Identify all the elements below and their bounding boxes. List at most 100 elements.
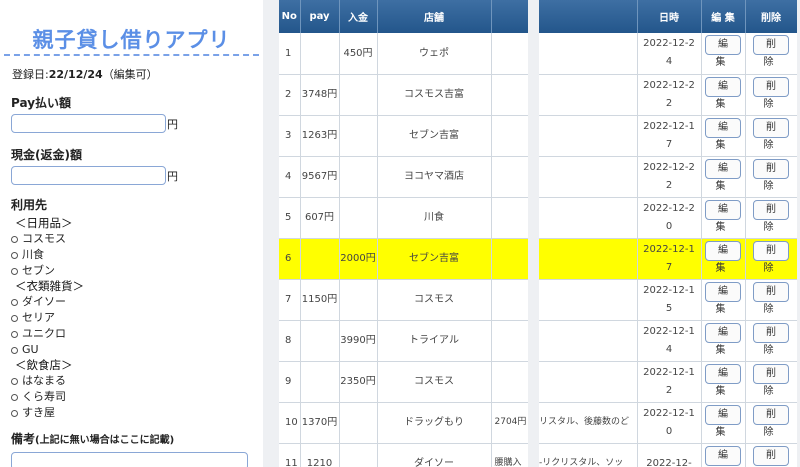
table-row[interactable]: 7 1150円 コスモス (279, 279, 528, 321)
cell-store: コスモス (377, 361, 492, 403)
radio-option[interactable]: GU (0, 342, 263, 358)
cell-store: ドラッグもり (377, 402, 492, 444)
col-header-date[interactable]: 日時 (637, 0, 702, 33)
cell-memo (491, 74, 528, 116)
edit-button[interactable]: 編集 (705, 199, 741, 233)
radio-circle-icon[interactable] (11, 251, 18, 259)
registration-date-line[interactable]: 登録日:22/12/24（編集可） (0, 56, 263, 94)
edit-button[interactable]: 編集 (705, 240, 741, 274)
col-header-pay[interactable]: pay (300, 0, 340, 33)
cell-no: 11 (279, 443, 301, 467)
col-header-deposit[interactable]: 入金 (339, 0, 378, 33)
table-row[interactable]: 3 1263円 セブン吉富 (279, 115, 528, 157)
radio-circle-icon[interactable] (11, 346, 18, 354)
table-row[interactable]: 5 607円 川食 (279, 197, 528, 239)
radio-circle-icon[interactable] (11, 377, 18, 385)
table-row[interactable]: 10 1370円 ドラッグもり 2704円 (279, 402, 528, 444)
delete-button[interactable]: 削除 (753, 199, 789, 233)
edit-button[interactable]: 編集 (705, 363, 741, 397)
radio-option[interactable]: セリア (0, 310, 263, 326)
radio-option[interactable]: ユニクロ (0, 326, 263, 342)
cell-delete: 削除 (745, 402, 797, 444)
radio-circle-icon[interactable] (11, 393, 18, 401)
table-row[interactable]: リスタル、後藤数のど 2022-12-10 編集 削除 (539, 402, 797, 444)
cell-no: 3 (279, 115, 301, 157)
delete-button[interactable]: 削除 (753, 363, 789, 397)
cell-no: 7 (279, 279, 301, 321)
table-row[interactable]: 2022-12-17 編集 削除 (539, 115, 797, 157)
table-row[interactable]: 2022-12-12 編集 削除 (539, 361, 797, 403)
delete-button[interactable]: 削除 (753, 281, 789, 315)
pay-amount-input[interactable] (11, 114, 166, 133)
cell-deposit: 2350円 (339, 361, 378, 403)
edit-button[interactable]: 編集 (705, 322, 741, 356)
radio-option[interactable]: 川食 (0, 247, 263, 263)
entry-form-panel: 親子貸し借りアプリ 登録日:22/12/24（編集可） Pay払い額 円 現金(… (0, 0, 263, 467)
table-row[interactable]: 6 2000円 セブン吉富 (279, 238, 528, 280)
col-header-no[interactable]: No (279, 0, 301, 33)
cell-date: 2022-12-17 (637, 115, 702, 157)
cell-edit: 編集 (701, 361, 746, 403)
col-header-delete[interactable]: 削除 (745, 0, 797, 33)
radio-option[interactable]: くら寿司 (0, 389, 263, 405)
table-row[interactable]: 2022-12-15 編集 削除 (539, 279, 797, 321)
col-header-store[interactable]: 店舗 (377, 0, 492, 33)
radio-circle-icon[interactable] (11, 314, 18, 322)
delete-button[interactable]: 削除 (753, 240, 789, 274)
radio-option[interactable]: はなまる (0, 373, 263, 389)
table-row[interactable]: 2022-12-22 編集 削除 (539, 74, 797, 116)
col-header-memo[interactable] (539, 0, 638, 33)
table-row[interactable]: 8 3990円 トライアル (279, 320, 528, 362)
cell-no: 5 (279, 197, 301, 239)
radio-circle-icon[interactable] (11, 267, 18, 275)
edit-button[interactable]: 編集 (705, 281, 741, 315)
table-row[interactable]: 2022-12-24 編集 削除 (539, 33, 797, 75)
delete-button[interactable]: 削除 (753, 35, 789, 68)
cash-amount-input[interactable] (11, 166, 166, 185)
delete-button[interactable]: 削除 (753, 322, 789, 356)
delete-button[interactable]: 削除 (753, 158, 789, 192)
radio-circle-icon[interactable] (11, 330, 18, 338)
cell-delete: 削除 (745, 279, 797, 321)
edit-button[interactable]: 編集 (705, 404, 741, 438)
table-row[interactable]: 11 1210 ダイソー 腰購入 (279, 443, 528, 467)
radio-option[interactable]: コスモス (0, 231, 263, 247)
table-row[interactable]: 4 9567円 ヨコヤマ酒店 (279, 156, 528, 198)
col-header-memo[interactable] (491, 0, 528, 33)
cell-edit: 編集 (701, 443, 746, 467)
radio-circle-icon[interactable] (11, 409, 18, 417)
table-row[interactable]: 2022-12-17 編集 削除 (539, 238, 797, 280)
edit-button[interactable]: 編集 (705, 76, 741, 110)
cell-memo (491, 320, 528, 362)
edit-button[interactable]: 編集 (705, 35, 741, 68)
table-row[interactable]: 2022-12-14 編集 削除 (539, 320, 797, 362)
radio-circle-icon[interactable] (11, 235, 18, 243)
radio-option[interactable]: すき屋 (0, 405, 263, 421)
delete-button[interactable]: 削除 (753, 404, 789, 438)
note-input[interactable] (11, 452, 248, 467)
edit-button[interactable]: 編集 (705, 445, 741, 466)
table-row[interactable]: 2 3748円 コスモス吉富 (279, 74, 528, 116)
table-row[interactable]: 1 450円 ウェポ (279, 33, 528, 75)
table-row[interactable]: 9 2350円 コスモス (279, 361, 528, 403)
radio-option[interactable]: ダイソー (0, 294, 263, 310)
edit-button[interactable]: 編集 (705, 158, 741, 192)
table-row[interactable]: 2022-12-22 編集 削除 (539, 156, 797, 198)
delete-button[interactable]: 削除 (753, 76, 789, 110)
cell-deposit (339, 279, 378, 321)
radio-option[interactable]: セブン (0, 263, 263, 279)
cell-delete: 削除 (745, 33, 797, 75)
app-root: 親子貸し借りアプリ 登録日:22/12/24（編集可） Pay払い額 円 現金(… (0, 0, 800, 467)
group-title: ＜飲食店＞ (15, 358, 73, 372)
edit-button[interactable]: 編集 (705, 117, 741, 151)
cell-delete: 削除 (745, 320, 797, 362)
delete-button[interactable]: 削除 (753, 117, 789, 151)
cell-delete: 削除 (745, 115, 797, 157)
table-row[interactable]: 2022-12-20 編集 削除 (539, 197, 797, 239)
radio-circle-icon[interactable] (11, 298, 18, 306)
cell-deposit (339, 115, 378, 157)
cell-edit: 編集 (701, 279, 746, 321)
col-header-edit[interactable]: 編 集 (701, 0, 746, 33)
table-row[interactable]: -リクリスタル、ソッ2022-12-編集削除 (539, 443, 797, 467)
delete-button[interactable]: 削除 (753, 445, 789, 466)
